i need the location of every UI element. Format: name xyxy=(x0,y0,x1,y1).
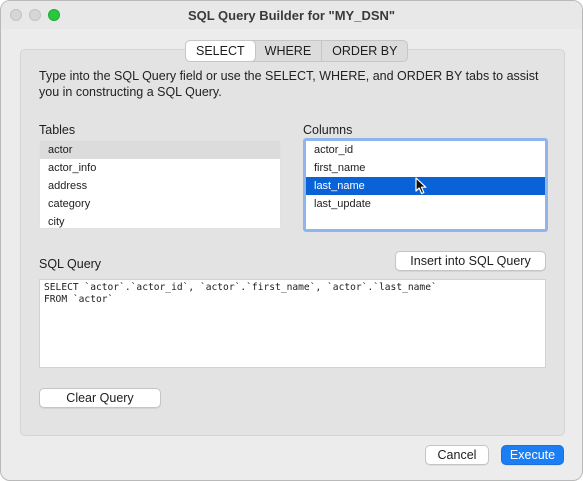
table-item-city[interactable]: city xyxy=(40,213,280,231)
tab-where[interactable]: WHERE xyxy=(255,41,322,61)
query-builder-window: SQL Query Builder for "MY_DSN" SELECT WH… xyxy=(0,0,583,481)
column-item-last-update[interactable]: last_update xyxy=(306,195,545,213)
instructions-text: Type into the SQL Query field or use the… xyxy=(39,69,539,99)
table-item-category[interactable]: category xyxy=(40,195,280,213)
clear-query-button[interactable]: Clear Query xyxy=(39,388,161,408)
content-panel xyxy=(20,49,565,436)
cancel-button[interactable]: Cancel xyxy=(425,445,489,465)
sql-query-line: FROM `actor` xyxy=(44,294,114,305)
columns-label: Columns xyxy=(303,123,353,137)
sql-query-textarea[interactable]: SELECT `actor`.`actor_id`, `actor`.`firs… xyxy=(39,279,546,368)
tables-list[interactable]: actor actor_info address category city xyxy=(39,140,281,229)
tables-label: Tables xyxy=(39,123,76,137)
tab-select[interactable]: SELECT xyxy=(186,41,255,61)
mouse-pointer-icon xyxy=(415,177,427,195)
tab-bar: SELECT WHERE ORDER BY xyxy=(185,40,409,62)
tab-order-by[interactable]: ORDER BY xyxy=(321,41,407,61)
insert-into-sql-query-button[interactable]: Insert into SQL Query xyxy=(395,251,546,271)
title-bar[interactable]: SQL Query Builder for "MY_DSN" xyxy=(1,1,582,29)
column-item-first-name[interactable]: first_name xyxy=(306,159,545,177)
sql-query-label: SQL Query xyxy=(39,257,102,271)
table-item-actor[interactable]: actor xyxy=(40,141,280,159)
sql-query-line: SELECT `actor`.`actor_id`, `actor`.`firs… xyxy=(44,282,437,293)
table-item-address[interactable]: address xyxy=(40,177,280,195)
window-title: SQL Query Builder for "MY_DSN" xyxy=(187,8,396,23)
table-item-actor-info[interactable]: actor_info xyxy=(40,159,280,177)
execute-button[interactable]: Execute xyxy=(501,445,564,465)
column-item-actor-id[interactable]: actor_id xyxy=(306,141,545,159)
